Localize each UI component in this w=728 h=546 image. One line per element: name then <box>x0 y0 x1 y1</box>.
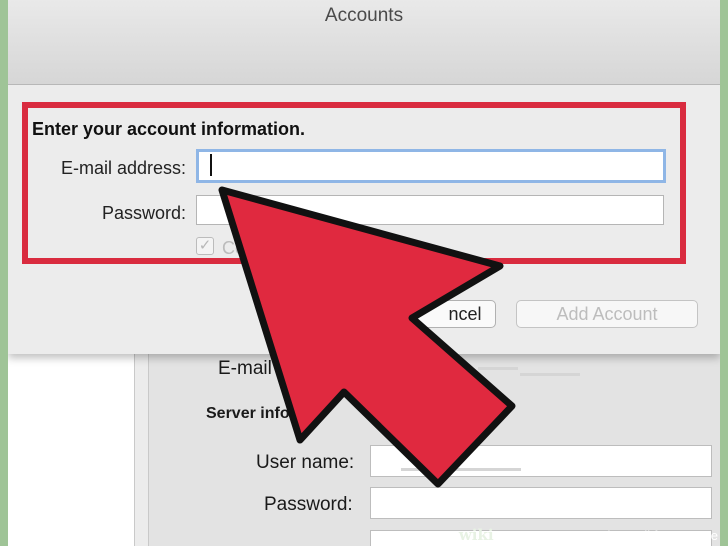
pointer-arrow-shape <box>218 186 516 488</box>
screen: E-mail ad Server informa User name: Pass… <box>8 0 720 546</box>
wikihow-watermark: wikiHow to Access Work Email from Home <box>459 526 718 544</box>
watermark-title: to Access Work Email from Home <box>521 528 718 543</box>
pointer-arrow-icon <box>218 186 516 488</box>
watermark-brand: wiki <box>458 526 494 544</box>
watermark-how: How <box>493 528 522 543</box>
